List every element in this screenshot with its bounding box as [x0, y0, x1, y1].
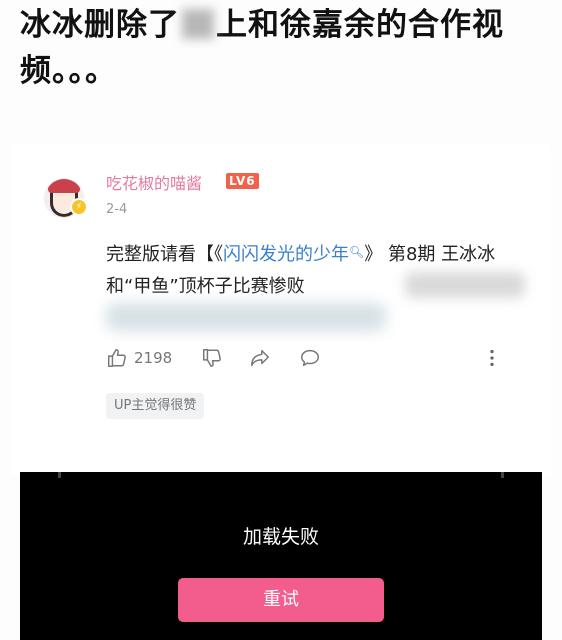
- level-badge: LV6: [226, 173, 259, 189]
- reply-button[interactable]: [298, 345, 322, 371]
- headline: 冰冰删除了 上和徐嘉余的合作视频。。。: [20, 2, 550, 94]
- comment-link-text[interactable]: 闪闪发光的少年: [223, 244, 349, 265]
- share-button[interactable]: [248, 345, 272, 371]
- like-button[interactable]: 2198: [106, 345, 172, 371]
- more-options-button[interactable]: [486, 345, 498, 371]
- thumbs-down-icon: [203, 349, 221, 367]
- comment-date: 2-4: [106, 202, 128, 217]
- share-icon: [251, 349, 269, 367]
- dislike-button[interactable]: [201, 345, 223, 371]
- comment-bubble-icon: [301, 349, 319, 367]
- redacted-blur: [182, 9, 214, 39]
- more-vertical-icon: [490, 349, 494, 367]
- comment-text-before: 完整版请看【《: [106, 244, 223, 265]
- comment-username[interactable]: 吃花椒的喵酱: [106, 170, 202, 194]
- retry-button[interactable]: 重试: [178, 578, 384, 622]
- verified-badge-icon: ⚡: [70, 198, 88, 216]
- redacted-blur: [405, 272, 525, 298]
- like-count: 2198: [134, 349, 173, 367]
- up-liked-tag: UP主觉得很赞: [106, 393, 205, 419]
- comment-link[interactable]: 闪闪发光的少年🔍︎: [223, 244, 364, 265]
- comment-actions: 2198: [106, 345, 501, 371]
- headline-part1: 冰冰删除了: [20, 7, 180, 43]
- search-icon: 🔍︎: [349, 245, 365, 259]
- load-failed-text: 加载失败: [242, 526, 319, 548]
- redacted-blur: [106, 303, 386, 331]
- thumbs-up-icon: [108, 349, 126, 367]
